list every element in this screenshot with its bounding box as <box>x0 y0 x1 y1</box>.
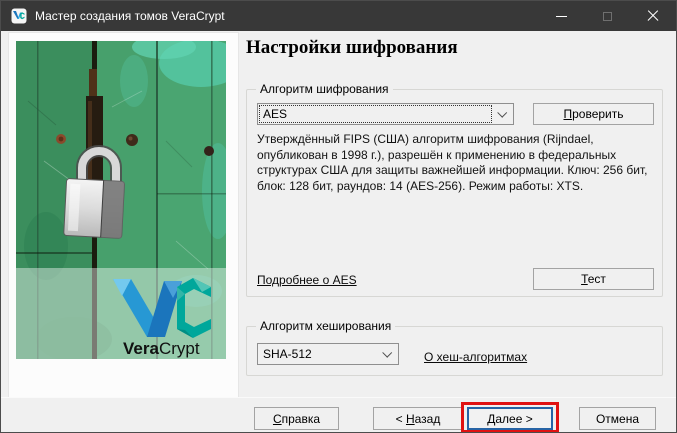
more-about-aes-link[interactable]: Подробнее о AES <box>257 273 357 287</box>
next-button[interactable]: Далее > <box>467 407 553 430</box>
hash-algorithm-value: SHA-512 <box>260 346 315 362</box>
back-button[interactable]: < Назад <box>373 407 463 430</box>
footer-divider <box>1 397 676 398</box>
benchmark-button[interactable]: Проверить <box>533 103 654 125</box>
test-button[interactable]: Тест <box>533 268 654 290</box>
logo-wordmark: VeraCrypt <box>123 339 200 358</box>
green-door-padlock-image: VeraCrypt <box>16 41 226 359</box>
algorithm-description: Утверждённый FIPS (США) алгоритм шифрова… <box>257 132 659 194</box>
chevron-down-icon <box>382 348 392 358</box>
maximize-icon <box>603 12 612 21</box>
maximize-button <box>584 1 630 31</box>
minimize-icon <box>556 16 567 17</box>
chevron-down-icon <box>497 108 507 118</box>
close-icon <box>647 10 659 22</box>
veracrypt-wizard-window: Мастер создания томов VeraCrypt <box>0 0 677 433</box>
hash-algorithm-select[interactable]: SHA-512 <box>257 343 399 365</box>
encryption-algorithm-value: AES <box>260 106 491 122</box>
titlebar: Мастер создания томов VeraCrypt <box>1 1 676 31</box>
page-title: Настройки шифрования <box>246 37 458 59</box>
close-button[interactable] <box>630 1 676 31</box>
veracrypt-app-icon <box>11 8 27 24</box>
encryption-group-label: Алгоритм шифрования <box>256 82 393 96</box>
window-title: Мастер создания томов VeraCrypt <box>35 1 225 31</box>
hash-info-link[interactable]: О хеш-алгоритмах <box>424 350 527 364</box>
cancel-button[interactable]: Отмена <box>579 407 656 430</box>
hash-group-label: Алгоритм хеширования <box>256 319 395 333</box>
encryption-algorithm-select[interactable]: AES <box>257 103 514 125</box>
help-button[interactable]: Справка <box>254 407 339 430</box>
minimize-button[interactable] <box>538 1 584 31</box>
